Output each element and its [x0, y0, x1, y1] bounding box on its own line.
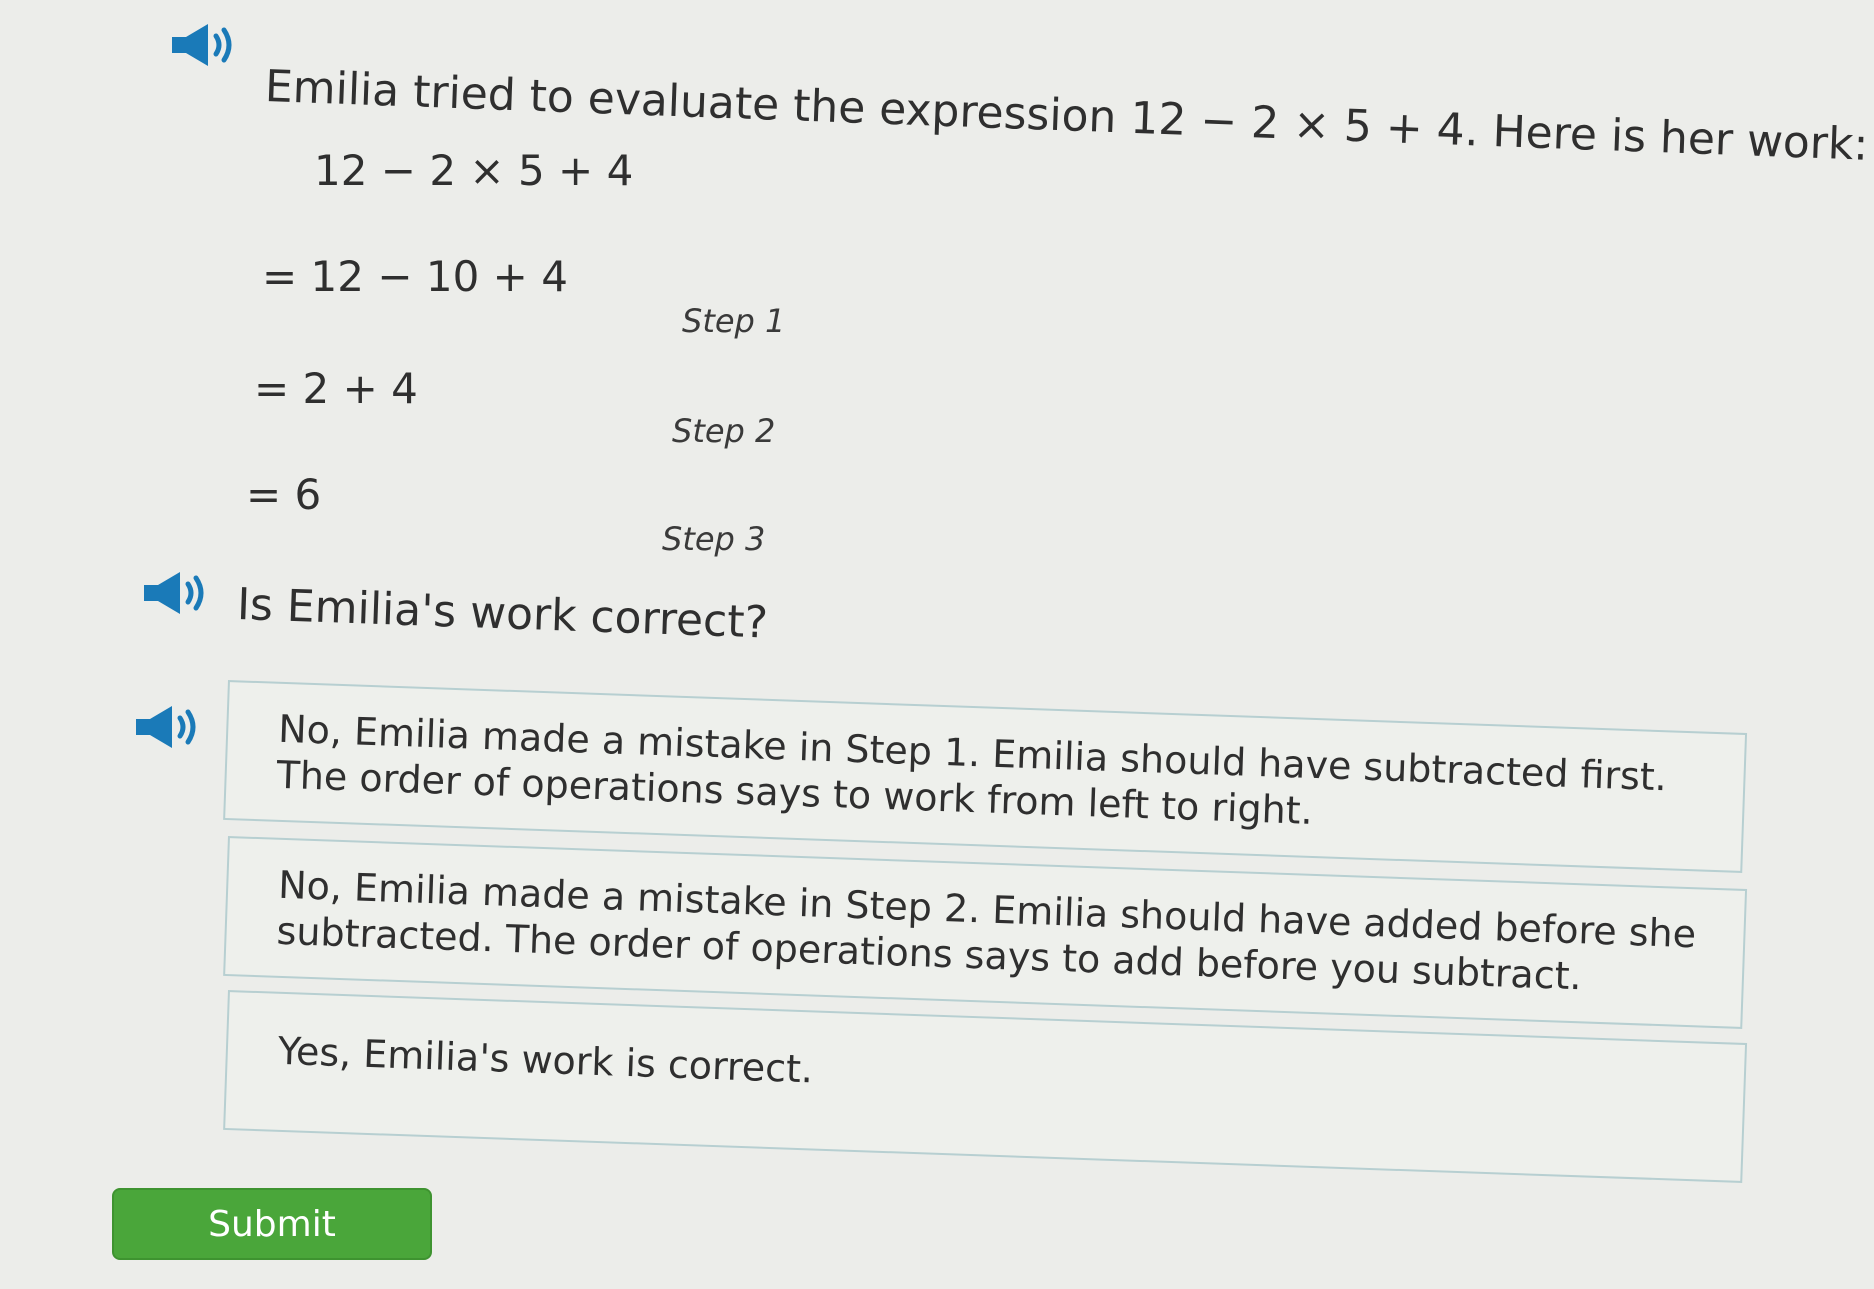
answer-choice-1-text: No, Emilia made a mistake in Step 1. Emi… [275, 706, 1668, 833]
speaker-icon[interactable] [140, 568, 212, 618]
question-ask: Is Emilia's work correct? [236, 578, 769, 649]
answer-choice-2-text: No, Emilia made a mistake in Step 2. Emi… [275, 862, 1697, 999]
speaker-icon[interactable] [168, 20, 240, 70]
speaker-icon[interactable] [132, 702, 204, 752]
work-line-step-2: = 2 + 4 [254, 364, 418, 413]
step-2-label: Step 2 [672, 412, 776, 450]
step-3-label: Step 3 [662, 520, 766, 558]
answer-choice-3-text: Yes, Emilia's work is correct. [277, 1028, 814, 1092]
submit-button[interactable]: Submit [112, 1188, 432, 1260]
work-line-step-3: = 6 [246, 470, 322, 519]
step-1-label: Step 1 [682, 302, 786, 340]
work-line-step-1: = 12 − 10 + 4 [262, 252, 568, 301]
work-line-original: 12 − 2 × 5 + 4 [314, 146, 634, 195]
question-page: Emilia tried to evaluate the expression … [0, 0, 1874, 1289]
